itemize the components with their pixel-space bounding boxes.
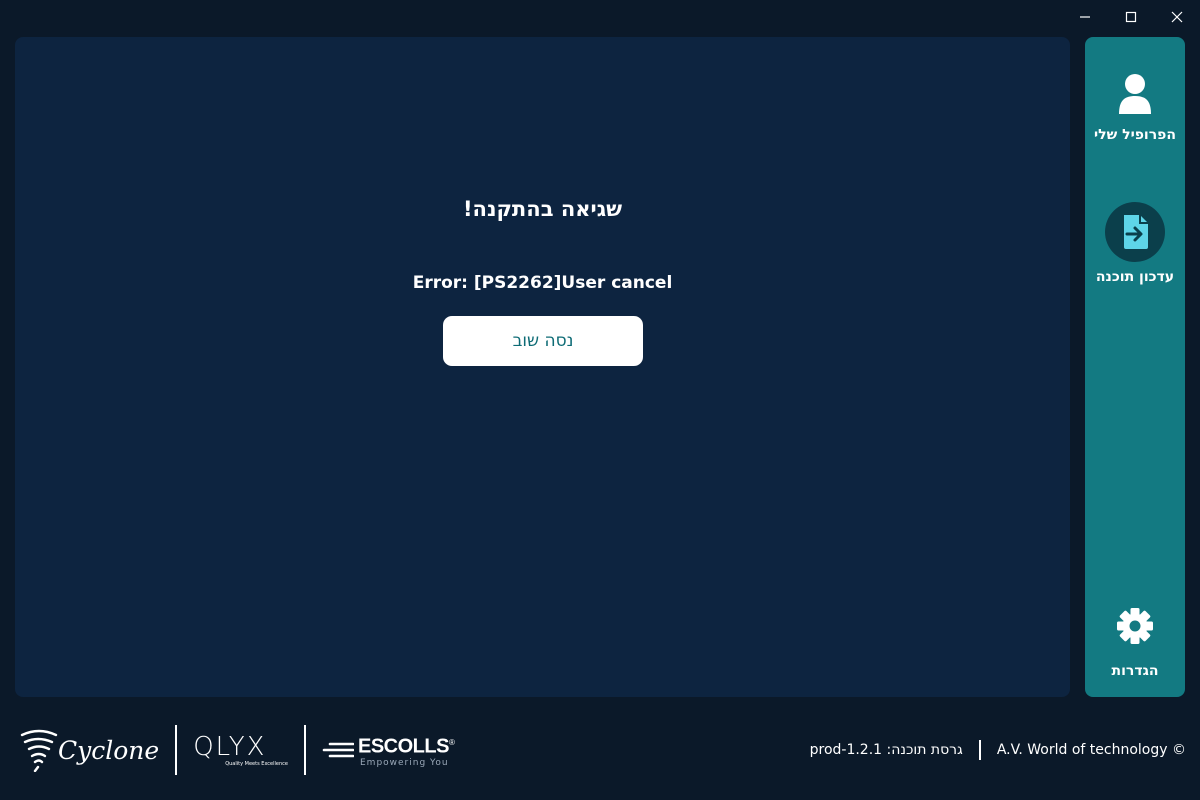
error-message: Error: [PS2262]User cancel [412, 273, 673, 293]
sidebar-item-label: הפרופיל שלי [1094, 127, 1176, 143]
version-text: גרסת תוכנה: prod-1.2.1 [809, 742, 963, 758]
escolls-tagline: Empowering You [359, 757, 449, 768]
escolls-logo: ESCOLLS® Empowering You [322, 732, 455, 768]
cyclone-logo: Cyclone [20, 728, 159, 772]
sidebar-item-software-update[interactable]: עדכון תוכנה [1085, 201, 1185, 285]
escolls-logo-text: ESCOLLS [357, 735, 449, 758]
footer-divider [978, 740, 981, 760]
sidebar-item-profile[interactable]: הפרופיל שלי [1085, 73, 1185, 143]
logo-divider [303, 725, 306, 775]
minimize-icon [1080, 16, 1090, 18]
sidebar: הפרופיל שלי עדכון תוכנה הגדרות [1085, 37, 1185, 697]
sidebar-item-settings[interactable]: הגדרות [1085, 607, 1185, 679]
logo-divider [175, 725, 178, 775]
maximize-button[interactable] [1108, 0, 1154, 34]
retry-button[interactable]: נסה שוב [443, 316, 643, 366]
qlyx-logo: QLYX Quality Meets Excellence [193, 733, 288, 767]
close-button[interactable] [1154, 0, 1200, 34]
sidebar-item-label: עדכון תוכנה [1095, 269, 1175, 285]
main-panel: שגיאה בהתקנה! Error: [PS2262]User cancel… [15, 37, 1070, 697]
registered-mark: ® [448, 738, 455, 748]
qlyx-logo-text: QLYX [193, 732, 267, 762]
window-controls [1062, 0, 1200, 34]
speed-lines-icon [322, 742, 354, 758]
user-icon [1119, 74, 1151, 114]
maximize-icon [1125, 11, 1137, 23]
gear-icon [1117, 608, 1153, 644]
tornado-icon [20, 729, 58, 772]
copyright-text: A.V. World of technology © [996, 742, 1186, 758]
close-icon [1171, 11, 1183, 23]
cyclone-logo-text: Cyclone [58, 735, 160, 765]
file-update-icon [1105, 202, 1165, 262]
qlyx-tagline: Quality Meets Excellence [225, 761, 288, 767]
footer-logos: Cyclone QLYX Quality Meets Excellence ES… [20, 722, 455, 778]
minimize-button[interactable] [1062, 0, 1108, 34]
sidebar-item-label: הגדרות [1111, 663, 1159, 679]
footer-info: גרסת תוכנה: prod-1.2.1 A.V. World of tec… [810, 740, 1186, 760]
error-title: שגיאה בהתקנה! [462, 197, 623, 221]
